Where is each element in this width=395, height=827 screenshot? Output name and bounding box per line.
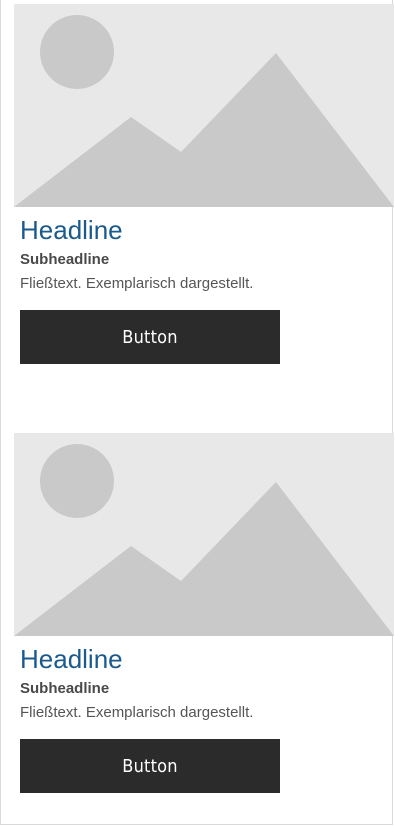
image-placeholder-icon [14,433,394,636]
teaser-card: Headline Subheadline Fließtext. Exemplar… [14,4,394,364]
image-placeholder-icon [14,4,394,207]
card-button[interactable]: Button [20,310,280,364]
card-button[interactable]: Button [20,739,280,793]
card-body-text: Fließtext. Exemplarisch dargestellt. [20,704,254,721]
card-subheadline: Subheadline [20,680,110,697]
teaser-card: Headline Subheadline Fließtext. Exemplar… [14,433,394,793]
card-headline: Headline [20,644,123,674]
card-headline: Headline [20,215,123,245]
card-subheadline: Subheadline [20,251,110,268]
card-body-text: Fließtext. Exemplarisch dargestellt. [20,275,254,292]
